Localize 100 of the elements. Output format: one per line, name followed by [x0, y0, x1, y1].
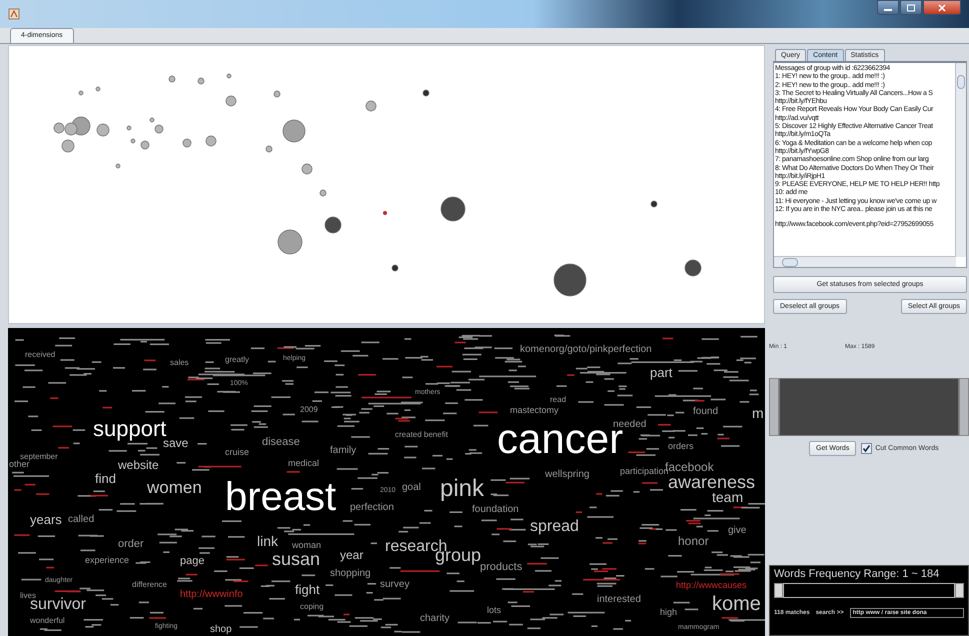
cloud-word: mastectomy: [510, 406, 559, 415]
bubble: [266, 146, 272, 152]
frequency-slider[interactable]: [774, 583, 964, 598]
cloud-word: greatly: [225, 356, 250, 364]
cloud-word: year: [340, 548, 364, 561]
cloud-word: family: [330, 446, 356, 456]
cloud-word: susan: [272, 550, 320, 568]
bubble: [62, 140, 74, 152]
maximize-icon: [906, 4, 916, 12]
bubble: [684, 260, 702, 276]
bubble: [320, 190, 326, 196]
cloud-word: needed: [613, 420, 646, 430]
cloud-word: cruise: [225, 448, 250, 457]
cloud-word: received: [25, 351, 56, 360]
cloud-word: shop: [210, 625, 232, 635]
cloud-word: website: [118, 458, 159, 471]
cloud-word: awareness: [668, 473, 756, 492]
cloud-word: called: [68, 515, 94, 525]
bubble: [198, 78, 204, 84]
bubble: [422, 90, 430, 96]
cloud-word: other: [9, 460, 30, 469]
cloud-word: http://wwwcauses: [676, 580, 747, 590]
cloud-word: september: [20, 453, 58, 462]
bubble: [302, 164, 312, 174]
cloud-word: years: [30, 513, 62, 526]
cloud-word: difference: [132, 581, 167, 590]
cloud-word: lots: [487, 606, 502, 615]
cloud-word: give: [728, 526, 746, 536]
bubble: [440, 196, 466, 222]
cloud-word: charity: [420, 614, 450, 624]
bubble: [282, 120, 306, 142]
cloud-word: honor: [678, 534, 709, 547]
cloud-word: women: [147, 478, 202, 496]
bubble: [226, 74, 232, 78]
right-handle[interactable]: [959, 378, 969, 436]
cloud-word: find: [95, 472, 116, 486]
cloud-word: perfection: [350, 503, 394, 513]
range-selector[interactable]: [769, 378, 969, 436]
cloud-word: survey: [380, 580, 410, 590]
messages-text-area[interactable]: [773, 61, 967, 268]
cloud-word: kome: [712, 594, 761, 614]
cloud-word: experience: [85, 556, 130, 565]
cloud-word: created benefit: [395, 431, 448, 440]
horizontal-scrollbar[interactable]: [774, 256, 956, 267]
frequency-range-title: Words Frequency Range: 1 ~ 184: [774, 568, 940, 580]
cloud-word: order: [118, 539, 144, 550]
cloud-word: read: [550, 396, 566, 404]
cloud-word: products: [480, 562, 522, 574]
maximize-button[interactable]: [900, 0, 922, 15]
bubble: [366, 100, 376, 112]
cloud-word: coping: [300, 603, 324, 612]
cloud-word: orders: [668, 442, 694, 451]
bubble: [324, 216, 342, 234]
bubble: [96, 124, 110, 136]
vertical-scrollbar[interactable]: [955, 63, 966, 257]
bubble: [168, 76, 176, 82]
cloud-word: breast: [225, 477, 336, 517]
app-icon: [8, 8, 20, 20]
cloud-word: shopping: [330, 569, 371, 579]
bubble: [206, 136, 216, 146]
bubble: [54, 122, 64, 134]
minimize-button[interactable]: [877, 0, 899, 15]
bubble: [126, 126, 132, 130]
cloud-word: komenorg/goto/pinkperfection: [520, 345, 652, 355]
cloud-word: team: [712, 490, 744, 504]
cloud-word: link: [257, 534, 278, 548]
bubble: [182, 138, 192, 148]
bubble: [226, 96, 236, 106]
bubble: [554, 264, 586, 296]
cloud-word: woman: [292, 540, 322, 550]
cloud-word: http://wwwinfo: [180, 590, 243, 600]
cloud-word: wonderful: [30, 617, 65, 626]
cloud-word: m: [752, 406, 764, 420]
bubble: [78, 90, 84, 96]
cloud-word: disease: [262, 437, 300, 448]
cloud-word: pink: [440, 476, 484, 501]
cloud-word: 2009: [300, 406, 318, 414]
cloud-word: medical: [288, 458, 320, 468]
cloud-word: sales: [170, 359, 189, 368]
bubble: [116, 164, 120, 168]
cloud-word: found: [693, 407, 718, 417]
cloud-word: interested: [597, 595, 641, 605]
close-icon: [937, 4, 947, 12]
cloud-word: goal: [402, 483, 421, 493]
cloud-word: part: [650, 366, 672, 380]
cloud-word: page: [180, 556, 204, 568]
bubble: [650, 200, 658, 208]
cloud-word: wellspring: [545, 470, 590, 480]
bubble: [274, 90, 280, 98]
left-handle[interactable]: [769, 378, 779, 436]
cloud-word: foundation: [472, 505, 519, 515]
bubble: [278, 230, 302, 254]
cloud-word: high: [660, 608, 678, 617]
bubble: [96, 86, 100, 92]
cloud-word: fight: [295, 583, 320, 596]
close-button[interactable]: [923, 0, 961, 15]
cloud-word: spread: [530, 519, 579, 536]
checkbox[interactable]: [861, 443, 872, 454]
bubble: [383, 211, 387, 215]
bubble: [392, 264, 398, 272]
